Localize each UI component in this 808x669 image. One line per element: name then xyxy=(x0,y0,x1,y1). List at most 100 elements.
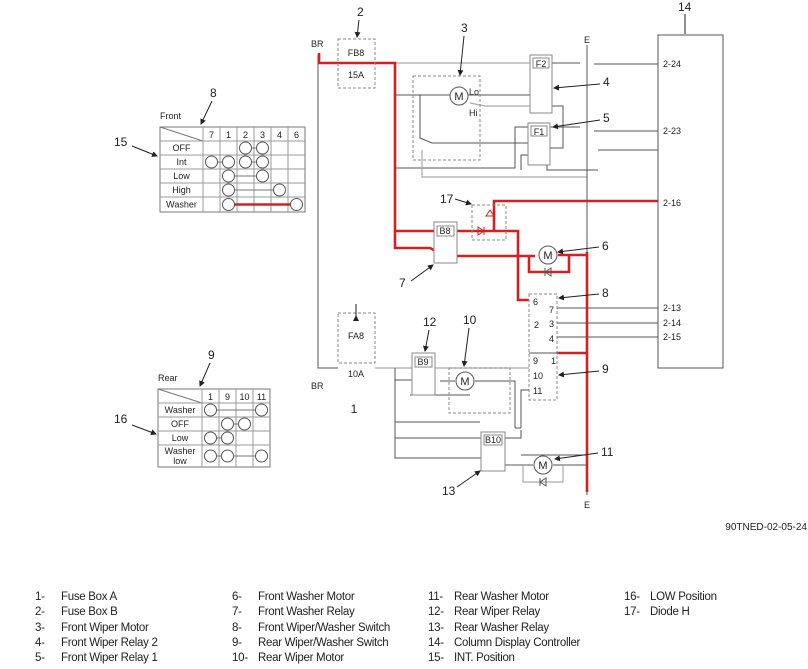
row-label: OFF xyxy=(171,419,189,429)
svg-text:F2: F2 xyxy=(536,59,547,69)
legend-number: 6- xyxy=(232,591,242,603)
contact-circle xyxy=(204,431,217,445)
front-wiper-relay-1: F1 xyxy=(527,122,551,166)
legend-text: Rear Washer Motor xyxy=(454,591,549,603)
svg-text:1: 1 xyxy=(351,402,358,416)
legend-number: 3- xyxy=(35,622,45,634)
svg-text:15A: 15A xyxy=(348,70,364,80)
legend-number: 15- xyxy=(428,652,444,664)
svg-text:2-24: 2-24 xyxy=(663,59,681,69)
svg-text:Lo: Lo xyxy=(469,87,479,97)
row-label: OFF xyxy=(173,143,191,153)
svg-text:16: 16 xyxy=(114,412,128,426)
column-header: 10 xyxy=(239,392,249,402)
legend-text: Rear Washer Relay xyxy=(454,622,549,634)
svg-text:6: 6 xyxy=(602,239,609,253)
legend-text: Front Wiper/Washer Switch xyxy=(258,622,391,634)
row-label: Washer xyxy=(165,405,196,415)
svg-text:1: 1 xyxy=(551,356,556,366)
legend-number: 9- xyxy=(232,637,242,649)
column-header: 9 xyxy=(225,392,230,402)
callout-2: 2 xyxy=(357,5,364,19)
svg-text:M: M xyxy=(543,250,552,262)
br-label-bottom: BR xyxy=(311,381,324,391)
column-header: 1 xyxy=(226,130,231,140)
column-header: 4 xyxy=(277,130,282,140)
svg-text:10A: 10A xyxy=(348,369,364,379)
contact-circle xyxy=(221,417,234,431)
contact-circle xyxy=(239,141,252,155)
legend-text: Front Washer Motor xyxy=(258,591,355,603)
svg-text:7: 7 xyxy=(399,276,406,290)
legend-text: Rear Wiper Motor xyxy=(258,652,344,664)
legend-number: 16- xyxy=(624,591,640,603)
svg-text:3: 3 xyxy=(461,21,468,35)
table-title: Front xyxy=(160,111,182,121)
svg-text:10: 10 xyxy=(533,371,543,381)
svg-text:4: 4 xyxy=(603,75,610,89)
svg-text:B10: B10 xyxy=(485,435,501,445)
column-header: 7 xyxy=(209,130,214,140)
contact-circle xyxy=(222,198,235,211)
svg-text:12: 12 xyxy=(423,315,437,329)
svg-text:15: 15 xyxy=(114,135,128,149)
column-header: 2 xyxy=(243,130,248,140)
legend-number: 12- xyxy=(428,606,444,618)
front-wiper-relay-2: F2 xyxy=(529,54,553,114)
svg-text:13: 13 xyxy=(442,484,456,498)
legend-text: Rear Wiper Relay xyxy=(454,606,540,618)
legend-number: 13- xyxy=(428,622,444,634)
legend-text: Fuse Box B xyxy=(61,606,118,618)
svg-text:FB8: FB8 xyxy=(348,48,365,58)
column-header: 11 xyxy=(257,392,266,402)
row-label: Low xyxy=(172,433,189,443)
svg-text:M: M xyxy=(454,91,463,103)
svg-text:5: 5 xyxy=(603,111,610,125)
br-label-top: BR xyxy=(311,39,324,49)
front-switch-table: Front 7 1 2 3 4 6 OFF Int Low High Washer xyxy=(159,111,306,213)
row-label: Int xyxy=(176,157,187,167)
svg-text:FA8: FA8 xyxy=(348,331,364,341)
e-label-bottom: E xyxy=(584,500,590,510)
legend-number: 2- xyxy=(35,606,45,618)
legend-number: 4- xyxy=(35,637,45,649)
svg-text:2-14: 2-14 xyxy=(663,318,681,328)
legend-number: 17- xyxy=(624,606,640,618)
contact-circle xyxy=(204,449,217,463)
contact-circle xyxy=(273,183,286,197)
e-label-top: E xyxy=(584,35,590,45)
diode-h xyxy=(471,204,507,241)
svg-text:10: 10 xyxy=(463,313,477,327)
column-header: 6 xyxy=(294,130,299,140)
contact-circle xyxy=(256,155,269,169)
legend-text: Front Wiper Motor xyxy=(61,622,149,634)
legend-number: 5- xyxy=(35,652,45,664)
svg-text:8: 8 xyxy=(602,286,609,300)
svg-text:14: 14 xyxy=(678,0,692,14)
svg-text:2-15: 2-15 xyxy=(663,332,681,342)
front-washer-relay: B8 xyxy=(433,221,458,264)
svg-text:3: 3 xyxy=(549,319,554,329)
column-display-controller: 2-24 2-23 2-16 2-13 2-14 2-15 xyxy=(657,34,724,369)
rear-wiper-relay: B9 xyxy=(411,352,436,396)
contact-circle xyxy=(222,155,235,169)
row-label: Washer xyxy=(166,200,197,210)
contact-circle xyxy=(222,169,235,183)
contact-circle xyxy=(239,155,252,169)
rear-wiper-motor: M xyxy=(448,367,511,414)
legend-text: Front Wiper Relay 2 xyxy=(61,637,158,649)
contact-circle xyxy=(205,155,218,169)
legend-number: 8- xyxy=(232,622,242,634)
contact-circle xyxy=(255,449,268,463)
row-label: Low xyxy=(173,171,190,181)
svg-text:2-23: 2-23 xyxy=(663,126,681,136)
legend-text: Diode H xyxy=(650,606,690,618)
table-title: Rear xyxy=(158,373,178,383)
legend-text: Front Washer Relay xyxy=(258,606,355,618)
svg-text:F1: F1 xyxy=(534,127,545,137)
svg-text:4: 4 xyxy=(549,334,554,344)
column-header: 1 xyxy=(208,392,213,402)
svg-text:9: 9 xyxy=(602,362,609,376)
legend-number: 10- xyxy=(232,652,248,664)
svg-text:2: 2 xyxy=(534,320,539,330)
